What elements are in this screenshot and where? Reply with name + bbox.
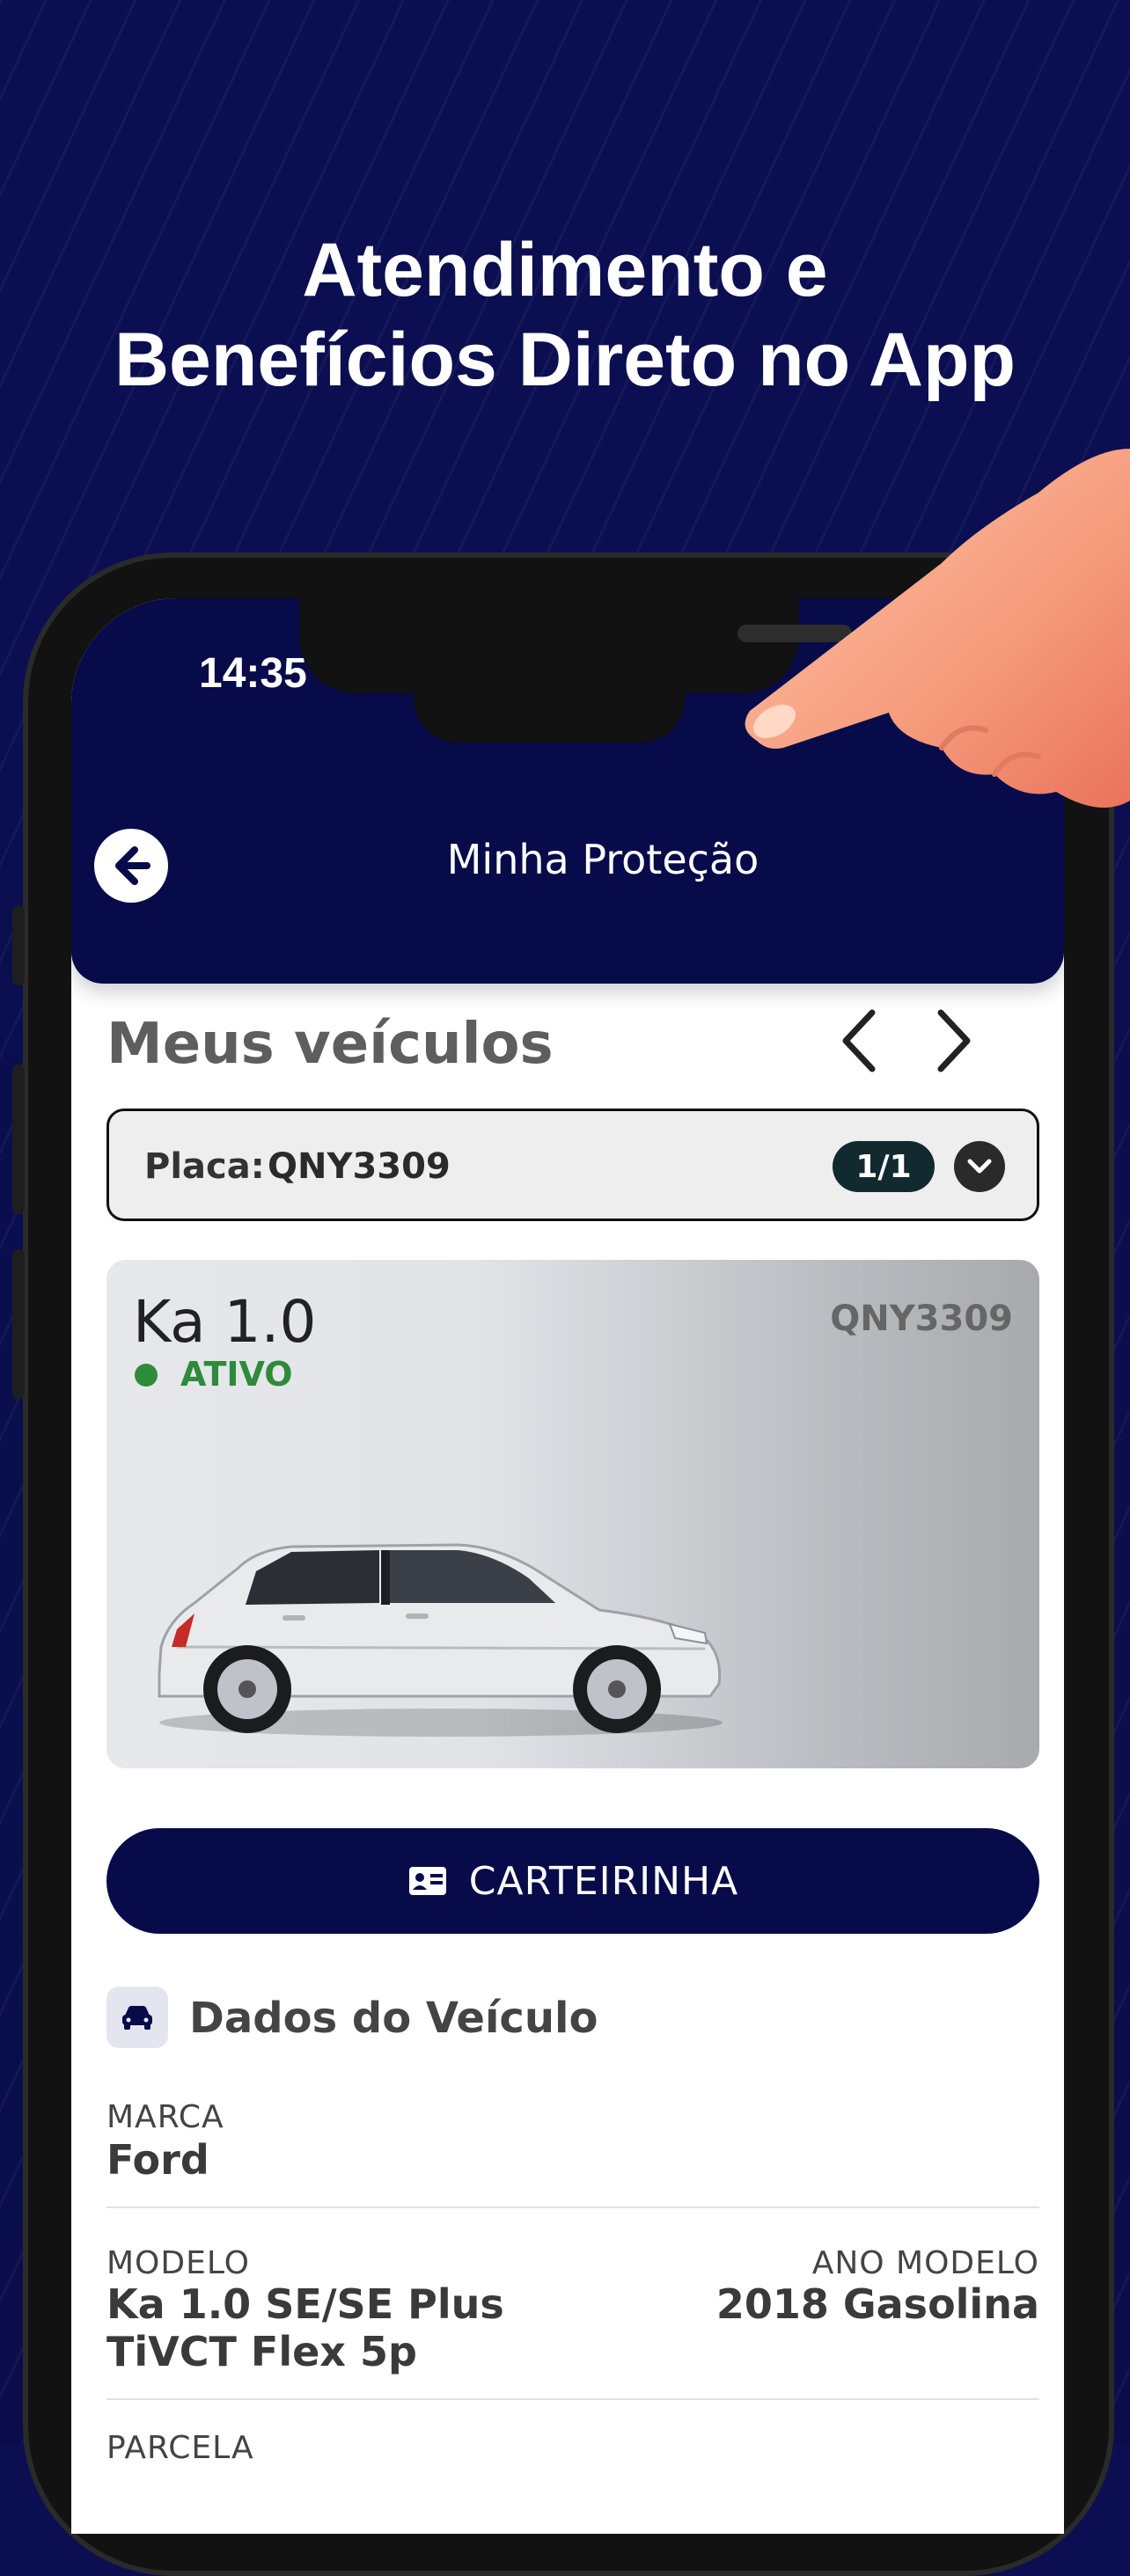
divider xyxy=(106,2206,1039,2208)
carteirinha-label: CARTEIRINHA xyxy=(468,1858,739,1904)
carteirinha-button[interactable]: CARTEIRINHA xyxy=(106,1828,1039,1934)
vehicle-card[interactable]: Ka 1.0 ATIVO QNY3309 xyxy=(106,1260,1039,1768)
year-value: 2018 Gasolina xyxy=(715,2280,1039,2328)
vehicles-section-title: Meus veículos xyxy=(106,1012,554,1077)
divider xyxy=(106,2398,1039,2400)
phone-screen: 14:35 Minha Proteção Meus veículos Placa… xyxy=(71,598,1064,2534)
year-label: ANO MODELO xyxy=(811,2245,1039,2281)
model-label: MODELO xyxy=(106,2245,250,2281)
vehicle-plate: QNY3309 xyxy=(830,1299,1013,1339)
installment-label: PARCELA xyxy=(106,2430,254,2466)
vehicle-data-title: Dados do Veículo xyxy=(189,1994,598,2043)
brand-value: Ford xyxy=(106,2136,209,2184)
headline-line-1: Atendimento e xyxy=(302,228,828,312)
phone-volume-up xyxy=(12,1065,25,1214)
promo-headline: Atendimento e Benefícios Direto no App xyxy=(0,225,1130,405)
car-image xyxy=(158,1543,723,1737)
chevron-left-icon xyxy=(842,1009,876,1072)
model-value-line-2: TiVCT Flex 5p xyxy=(106,2328,417,2375)
pointing-hand-illustration xyxy=(745,449,1130,808)
model-value-line-1: Ka 1.0 SE/SE Plus xyxy=(106,2280,504,2328)
car-icon xyxy=(106,1987,168,2048)
chevron-down-icon xyxy=(954,1141,1005,1192)
page-title: Minha Proteção xyxy=(446,836,759,883)
phone-volume-down xyxy=(12,1249,25,1399)
next-vehicle-button[interactable] xyxy=(919,1001,989,1080)
status-dot-icon xyxy=(135,1364,158,1387)
plate-value: QNY3309 xyxy=(268,1146,451,1187)
vehicle-status: ATIVO xyxy=(180,1355,293,1394)
brand-label: MARCA xyxy=(106,2099,224,2135)
vehicle-count-badge: 1/1 xyxy=(833,1141,935,1192)
phone-notch-bottom xyxy=(414,677,685,743)
phone-side-button xyxy=(12,906,25,985)
previous-vehicle-button[interactable] xyxy=(824,1001,894,1080)
plate-label: Placa: xyxy=(144,1146,265,1187)
id-card-icon xyxy=(408,1867,446,1895)
vehicle-model: Ka 1.0 xyxy=(133,1288,317,1356)
plate-select[interactable]: Placa: QNY3309 1/1 xyxy=(106,1109,1039,1221)
headline-line-2: Benefícios Direto no App xyxy=(114,318,1016,402)
chevron-right-icon xyxy=(937,1009,971,1072)
status-time: 14:35 xyxy=(199,650,307,697)
